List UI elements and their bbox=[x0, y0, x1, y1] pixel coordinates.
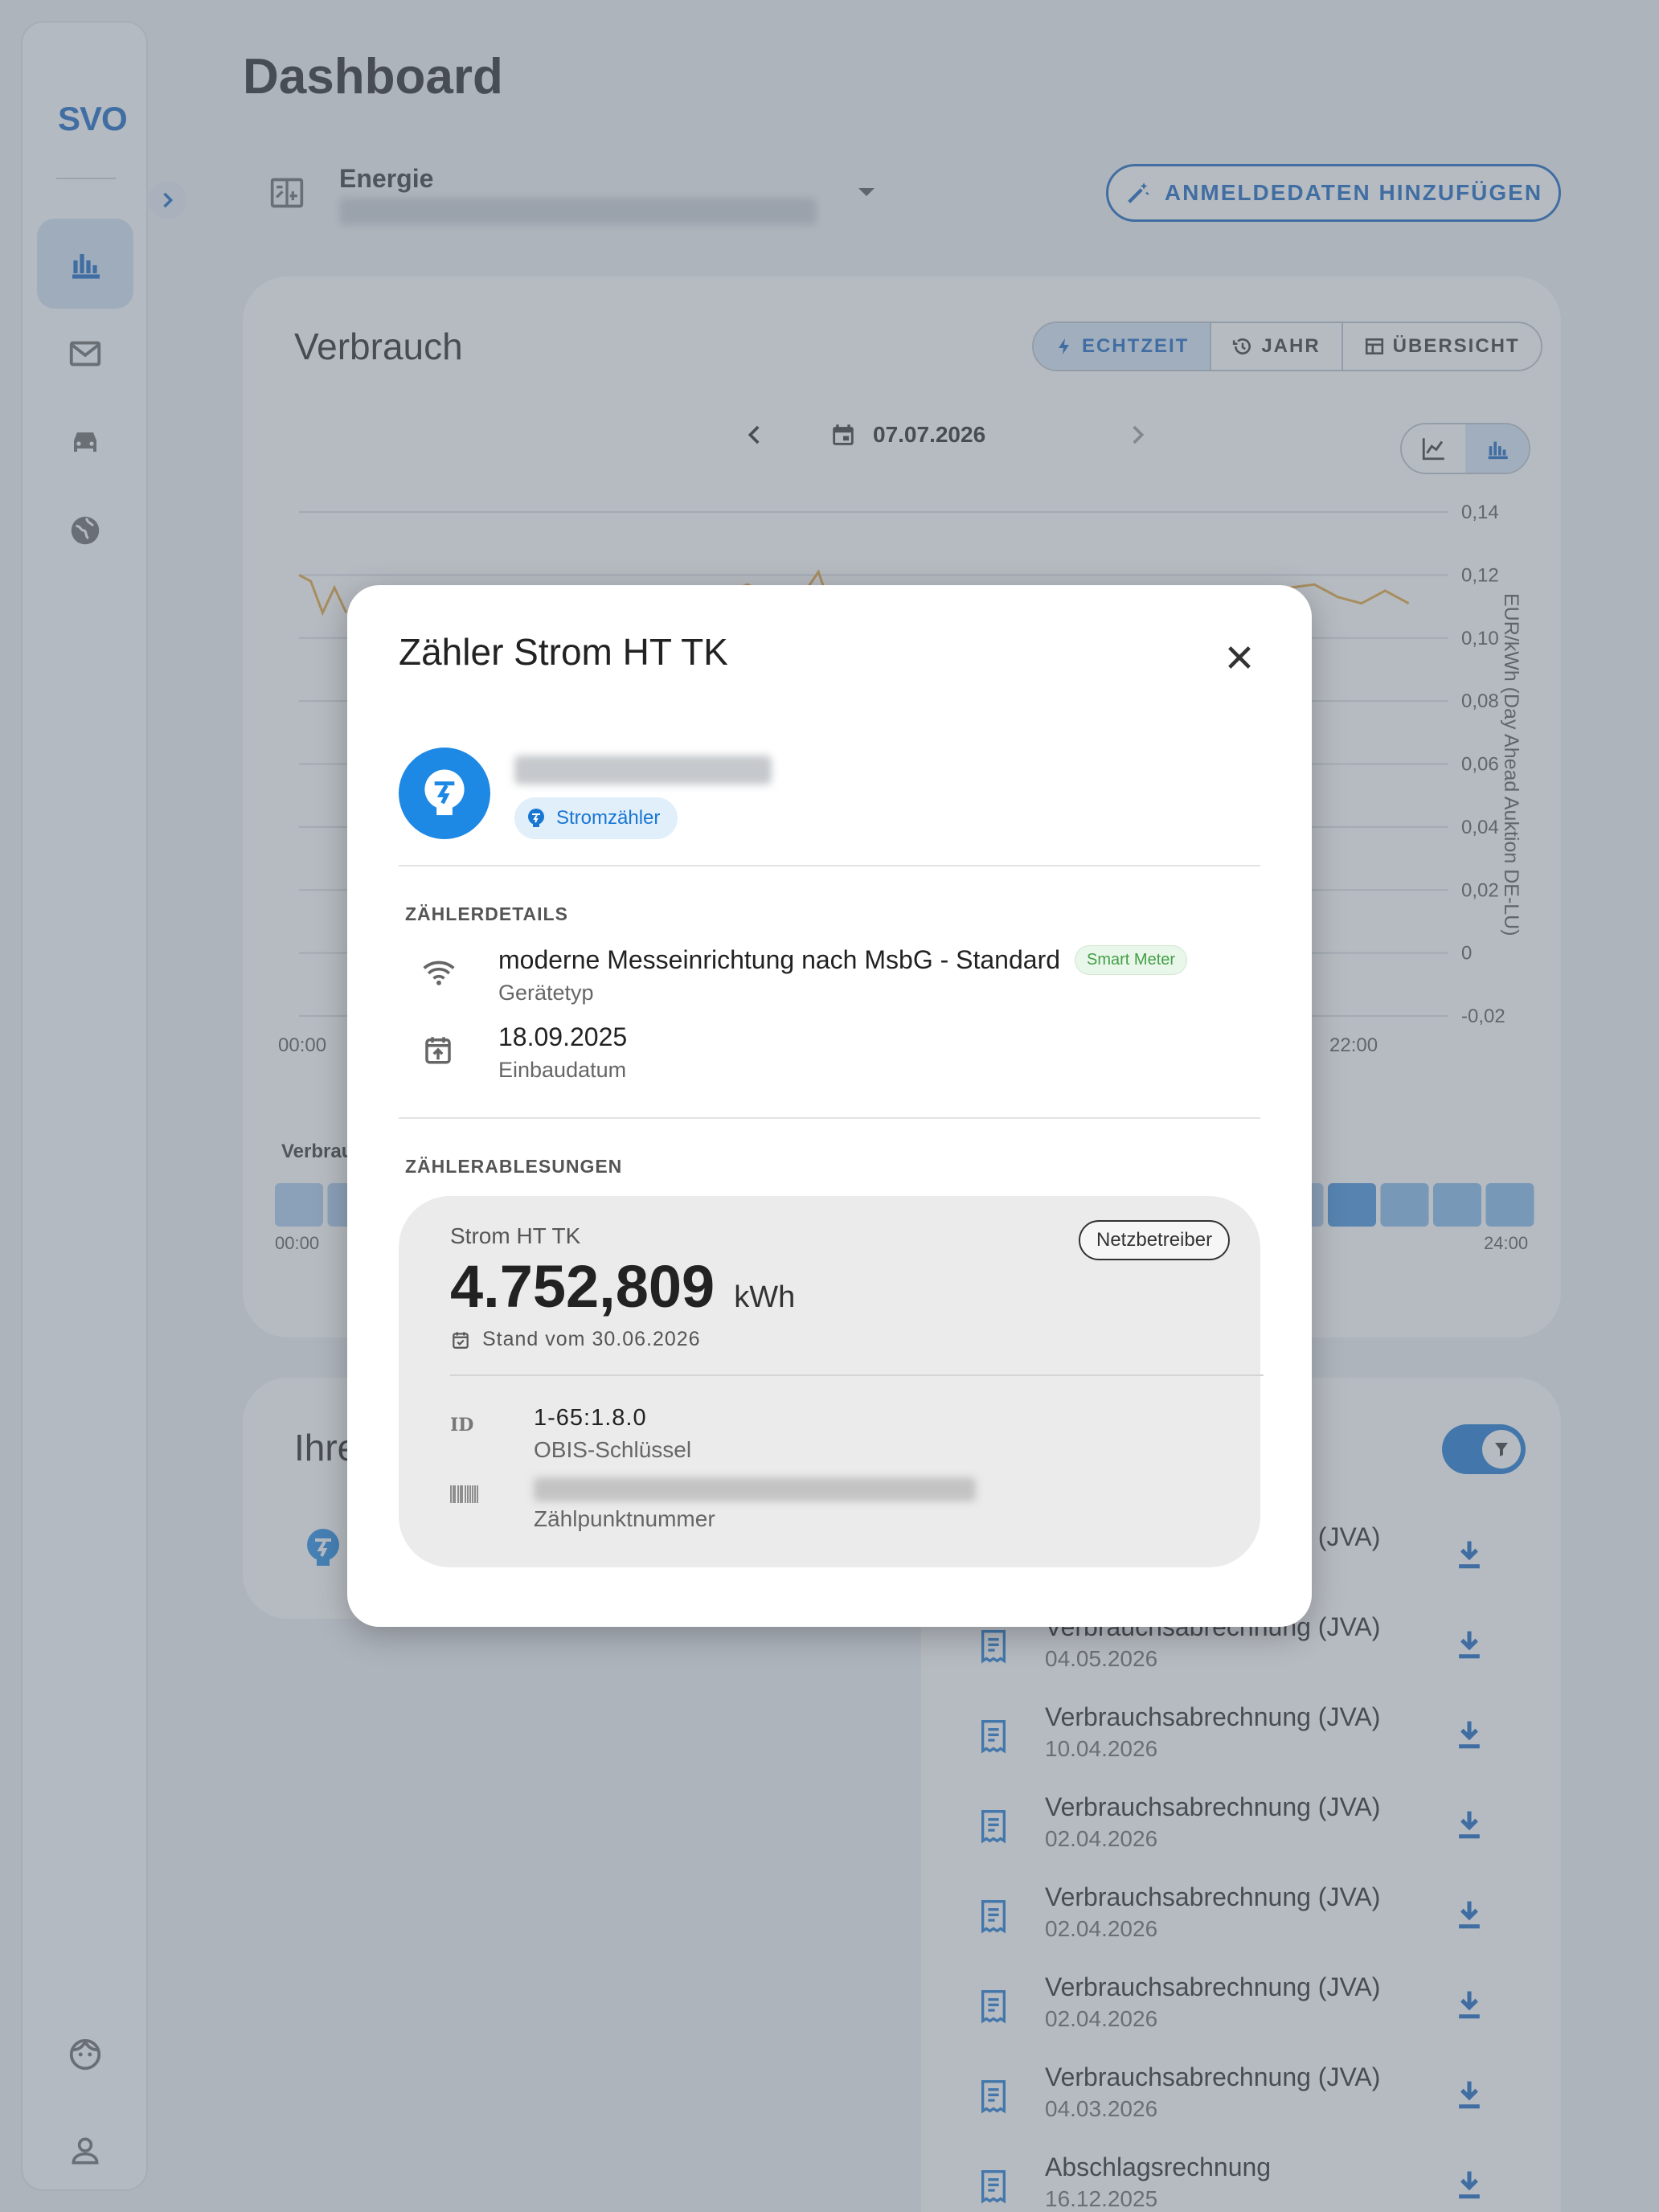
reading-value: 4.752,809 bbox=[450, 1253, 715, 1320]
reading-value-wrap: 4.752,809 kWh bbox=[450, 1252, 795, 1321]
device-type-value-wrap: moderne Messeinrichtung nach MsbG - Stan… bbox=[498, 945, 1188, 975]
reading-source-badge: Netzbetreiber bbox=[1079, 1220, 1231, 1260]
device-type-row: moderne Messeinrichtung nach MsbG - Stan… bbox=[405, 945, 1257, 1018]
obis-value: 1-65:1.8.0 bbox=[534, 1405, 647, 1431]
install-date-row: 18.09.2025 Einbaudatum bbox=[405, 1022, 1257, 1095]
reading-date: Stand vom 30.06.2026 bbox=[482, 1328, 701, 1350]
device-type-label: Gerätetyp bbox=[498, 981, 594, 1005]
install-date-value: 18.09.2025 bbox=[498, 1022, 628, 1051]
meter-number-redacted bbox=[514, 756, 772, 784]
install-date-label: Einbaudatum bbox=[498, 1058, 627, 1082]
dialog-title: Zähler Strom HT TK bbox=[399, 631, 728, 673]
meter-avatar bbox=[399, 748, 490, 839]
reading-date-row: Stand vom 30.06.2026 bbox=[450, 1328, 701, 1351]
reading-divider bbox=[450, 1374, 1264, 1376]
device-type-value: moderne Messeinrichtung nach MsbG - Stan… bbox=[498, 945, 1061, 974]
electricity-meter-icon bbox=[528, 809, 544, 827]
divider bbox=[399, 1117, 1260, 1119]
meter-readings-heading: ZÄHLERABLESUNGEN bbox=[405, 1156, 623, 1177]
meter-details-heading: ZÄHLERDETAILS bbox=[405, 903, 568, 924]
wifi-icon bbox=[423, 961, 455, 985]
reading-unit: kWh bbox=[734, 1280, 796, 1314]
id-icon: ID bbox=[450, 1415, 474, 1436]
smart-meter-badge: Smart Meter bbox=[1075, 945, 1188, 975]
electricity-meter-icon bbox=[424, 769, 465, 816]
meter-type-label: Stromzähler bbox=[556, 807, 661, 829]
obis-row: ID 1-65:1.8.0 OBIS-Schlüssel bbox=[450, 1405, 1222, 1473]
barcode-icon bbox=[450, 1485, 478, 1503]
metering-point-number-redacted bbox=[534, 1477, 976, 1501]
meter-type-chip: Stromzähler bbox=[514, 797, 678, 839]
reading-name: Strom HT TK bbox=[450, 1223, 581, 1248]
calendar-check-icon bbox=[453, 1331, 469, 1349]
obis-label: OBIS-Schlüssel bbox=[534, 1437, 692, 1462]
metering-point-label: Zählpunktnummer bbox=[534, 1506, 715, 1531]
close-button[interactable] bbox=[1215, 633, 1264, 682]
reading-card: Strom HT TK Netzbetreiber 4.752,809 kWh … bbox=[399, 1196, 1264, 1567]
calendar-upload-icon bbox=[425, 1037, 451, 1064]
close-icon bbox=[1228, 646, 1251, 669]
meter-details-dialog: Zähler Strom HT TK Stromzähler ZÄHLERDET… bbox=[347, 585, 1312, 1627]
divider bbox=[399, 865, 1260, 866]
metering-point-row: Zählpunktnummer bbox=[450, 1474, 1222, 1542]
